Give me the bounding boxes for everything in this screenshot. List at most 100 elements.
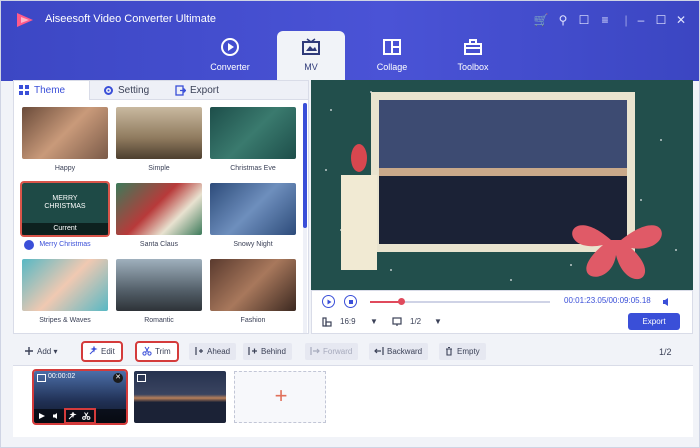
nav-mv[interactable]: MV — [277, 31, 345, 81]
theme-name: Romantic — [144, 317, 174, 324]
theme-stripes-waves[interactable]: Stripes & Waves — [22, 259, 108, 331]
ahead-label: Ahead — [207, 347, 231, 356]
theme-name: Merry Christmas — [39, 241, 91, 248]
nav-label: Collage — [376, 62, 408, 72]
page-indicator: 1/2 — [659, 347, 672, 357]
clip-thumbnail[interactable]: 00:00:02 ✕ — [32, 369, 128, 425]
theme-name: Simple — [148, 165, 170, 172]
aspect-select[interactable]: 16:9 — [340, 317, 356, 326]
chat-icon[interactable]: ☐ — [576, 12, 592, 28]
theme-romantic[interactable]: Romantic — [116, 259, 202, 331]
nav-label: Converter — [210, 62, 250, 72]
nav-collage[interactable]: Collage — [358, 31, 426, 81]
forward-icon — [310, 347, 320, 355]
volume-icon[interactable] — [662, 294, 670, 306]
volume-icon[interactable] — [52, 412, 61, 420]
export-button[interactable]: Export — [628, 313, 680, 330]
theme-thumbnail — [116, 107, 202, 159]
tab-label: Theme — [34, 85, 66, 96]
tab-setting[interactable]: Setting — [98, 81, 168, 100]
theme-thumbnail — [116, 183, 202, 235]
backward-label: Backward — [387, 347, 423, 356]
stop-icon — [348, 299, 353, 304]
backward-button[interactable]: Backward — [369, 343, 429, 360]
app-window: Aiseesoft Video Converter Ultimate 🛒 ⚲ ☐… — [0, 0, 700, 448]
remove-clip-icon[interactable]: ✕ — [113, 373, 123, 383]
tab-theme[interactable]: Theme — [14, 81, 90, 100]
behind-button[interactable]: Behind — [243, 343, 292, 360]
theme-snowy-night[interactable]: Snowy Night — [210, 183, 296, 255]
monitor-icon — [392, 317, 402, 326]
clip-thumbnail[interactable] — [134, 371, 226, 423]
aspect-dropdown-icon[interactable]: ▼ — [370, 317, 378, 326]
theme-happy[interactable]: Happy — [22, 107, 108, 179]
theme-thumbnail — [210, 107, 296, 159]
theme-thumbnail — [22, 259, 108, 311]
stop-button[interactable] — [344, 295, 357, 308]
toolbox-icon — [464, 39, 482, 55]
film-icon — [137, 374, 146, 382]
progress-fill — [370, 301, 401, 303]
aspect-icon — [322, 317, 332, 327]
clip-toolbar: Add ▾ Edit Trim Ahead Behind Forward Bac… — [13, 340, 693, 364]
screen-select[interactable]: 1/2 — [410, 317, 421, 326]
empty-label: Empty — [457, 347, 480, 356]
nav-toolbox[interactable]: Toolbox — [439, 31, 507, 81]
tab-export[interactable]: Export — [170, 81, 240, 100]
add-button[interactable]: Add ▾ — [19, 343, 63, 360]
play-icon[interactable] — [38, 412, 46, 420]
time-readout: 00:01:23.05/00:09:05.18 — [564, 296, 651, 305]
collage-icon — [383, 39, 401, 55]
theme-santa-claus[interactable]: Santa Claus — [116, 183, 202, 255]
theme-name: Stripes & Waves — [39, 317, 91, 324]
progress-bar[interactable] — [370, 298, 550, 305]
screen-dropdown-icon[interactable]: ▼ — [434, 317, 442, 326]
tab-label: Setting — [118, 85, 150, 96]
plus-icon: + — [274, 383, 288, 408]
video-preview — [311, 80, 693, 290]
trim-label: Trim — [155, 347, 171, 356]
theme-fashion[interactable]: Fashion — [210, 259, 296, 331]
forward-label: Forward — [323, 347, 353, 356]
forward-button[interactable]: Forward — [305, 343, 359, 360]
theme-thumbnail — [210, 183, 296, 235]
empty-button[interactable]: Empty — [439, 343, 486, 360]
add-clip-button[interactable]: + — [234, 371, 326, 423]
cart-icon[interactable]: 🛒 — [533, 12, 549, 28]
scissors-icon[interactable] — [82, 412, 91, 420]
theme-name: Santa Claus — [139, 241, 179, 248]
app-logo-icon — [17, 13, 33, 27]
theme-name: Happy — [54, 165, 76, 172]
behind-icon — [248, 347, 257, 355]
theme-thumbnail — [116, 259, 202, 311]
maximize-icon[interactable]: ☐ — [653, 12, 669, 28]
behind-label: Behind — [261, 347, 286, 356]
plus-icon — [25, 347, 33, 355]
theme-christmas-eve[interactable]: Christmas Eve — [210, 107, 296, 179]
progress-handle[interactable] — [397, 298, 405, 305]
minimize-icon[interactable]: – — [633, 12, 649, 28]
nav-converter[interactable]: Converter — [196, 31, 264, 81]
clip-timeline: 00:00:02 ✕ + — [13, 365, 693, 437]
ahead-button[interactable]: Ahead — [189, 343, 237, 360]
close-icon[interactable]: ✕ — [673, 12, 689, 28]
ahead-icon — [195, 347, 203, 355]
theme-thumbnail — [22, 107, 108, 159]
converter-icon — [221, 38, 239, 56]
theme-simple[interactable]: Simple — [116, 107, 202, 179]
play-button[interactable] — [322, 295, 335, 308]
clip-duration: 00:00:02 — [48, 373, 76, 380]
edit-button[interactable]: Edit — [81, 341, 123, 362]
scrollbar-thumb[interactable] — [303, 103, 307, 228]
theme-merry-christmas[interactable]: MERRY CHRISTMAS Current Merry Christmas — [20, 181, 110, 255]
theme-thumbnail — [210, 259, 296, 311]
play-icon — [327, 299, 331, 304]
trim-button[interactable]: Trim — [135, 341, 179, 362]
edit-label: Edit — [101, 347, 115, 356]
magic-wand-icon[interactable] — [68, 412, 77, 420]
preview-frame-icon — [311, 80, 693, 290]
mv-icon — [302, 38, 320, 55]
key-icon[interactable]: ⚲ — [555, 12, 571, 28]
menu-icon[interactable]: ≡ — [597, 12, 613, 28]
backward-icon — [374, 347, 384, 355]
